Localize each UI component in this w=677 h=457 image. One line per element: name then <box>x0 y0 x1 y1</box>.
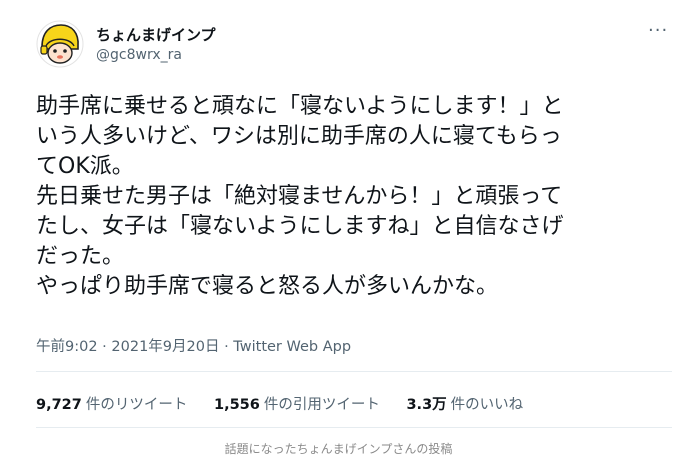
image-caption: 話題になったちょんまげインプさんの投稿 <box>224 442 453 456</box>
retweet-stat[interactable]: 9,727 件のリツイート <box>36 393 187 414</box>
tweet-text: 助手席に乗せると頑なに「寝ないようにします！」と いう人多いけど、ワシは別に助手… <box>36 94 564 299</box>
helmet-character-icon <box>36 20 84 68</box>
tweet-card: ちょんまげインプ @gc8wrx_ra ··· 助手席に乗せると頑なに「寝ないよ… <box>0 0 677 430</box>
like-count: 3.3万 <box>406 397 447 413</box>
avatar[interactable] <box>36 20 84 68</box>
like-label: 件のいいね <box>450 397 524 413</box>
quote-stat[interactable]: 1,556 件の引用ツイート <box>214 393 380 414</box>
author-name[interactable]: ちょんまげインプ <box>96 24 216 45</box>
tweet-timestamp[interactable]: 午前9:02 · 2021年9月20日 · Twitter Web App <box>36 335 351 356</box>
divider <box>36 427 672 428</box>
quote-count: 1,556 <box>213 397 260 413</box>
quote-label: 件の引用ツイート <box>263 397 380 413</box>
retweet-count: 9,727 <box>36 397 82 413</box>
author-handle[interactable]: @gc8wrx_ra <box>96 47 182 63</box>
engagement-stats: 9,727 件のリツイート 1,556 件の引用ツイート 3.3万 件のいいね <box>36 393 545 414</box>
retweet-label: 件のリツイート <box>85 397 188 413</box>
divider <box>36 371 672 372</box>
like-stat[interactable]: 3.3万 件のいいね <box>406 393 523 414</box>
more-options-icon[interactable]: ··· <box>648 20 668 41</box>
